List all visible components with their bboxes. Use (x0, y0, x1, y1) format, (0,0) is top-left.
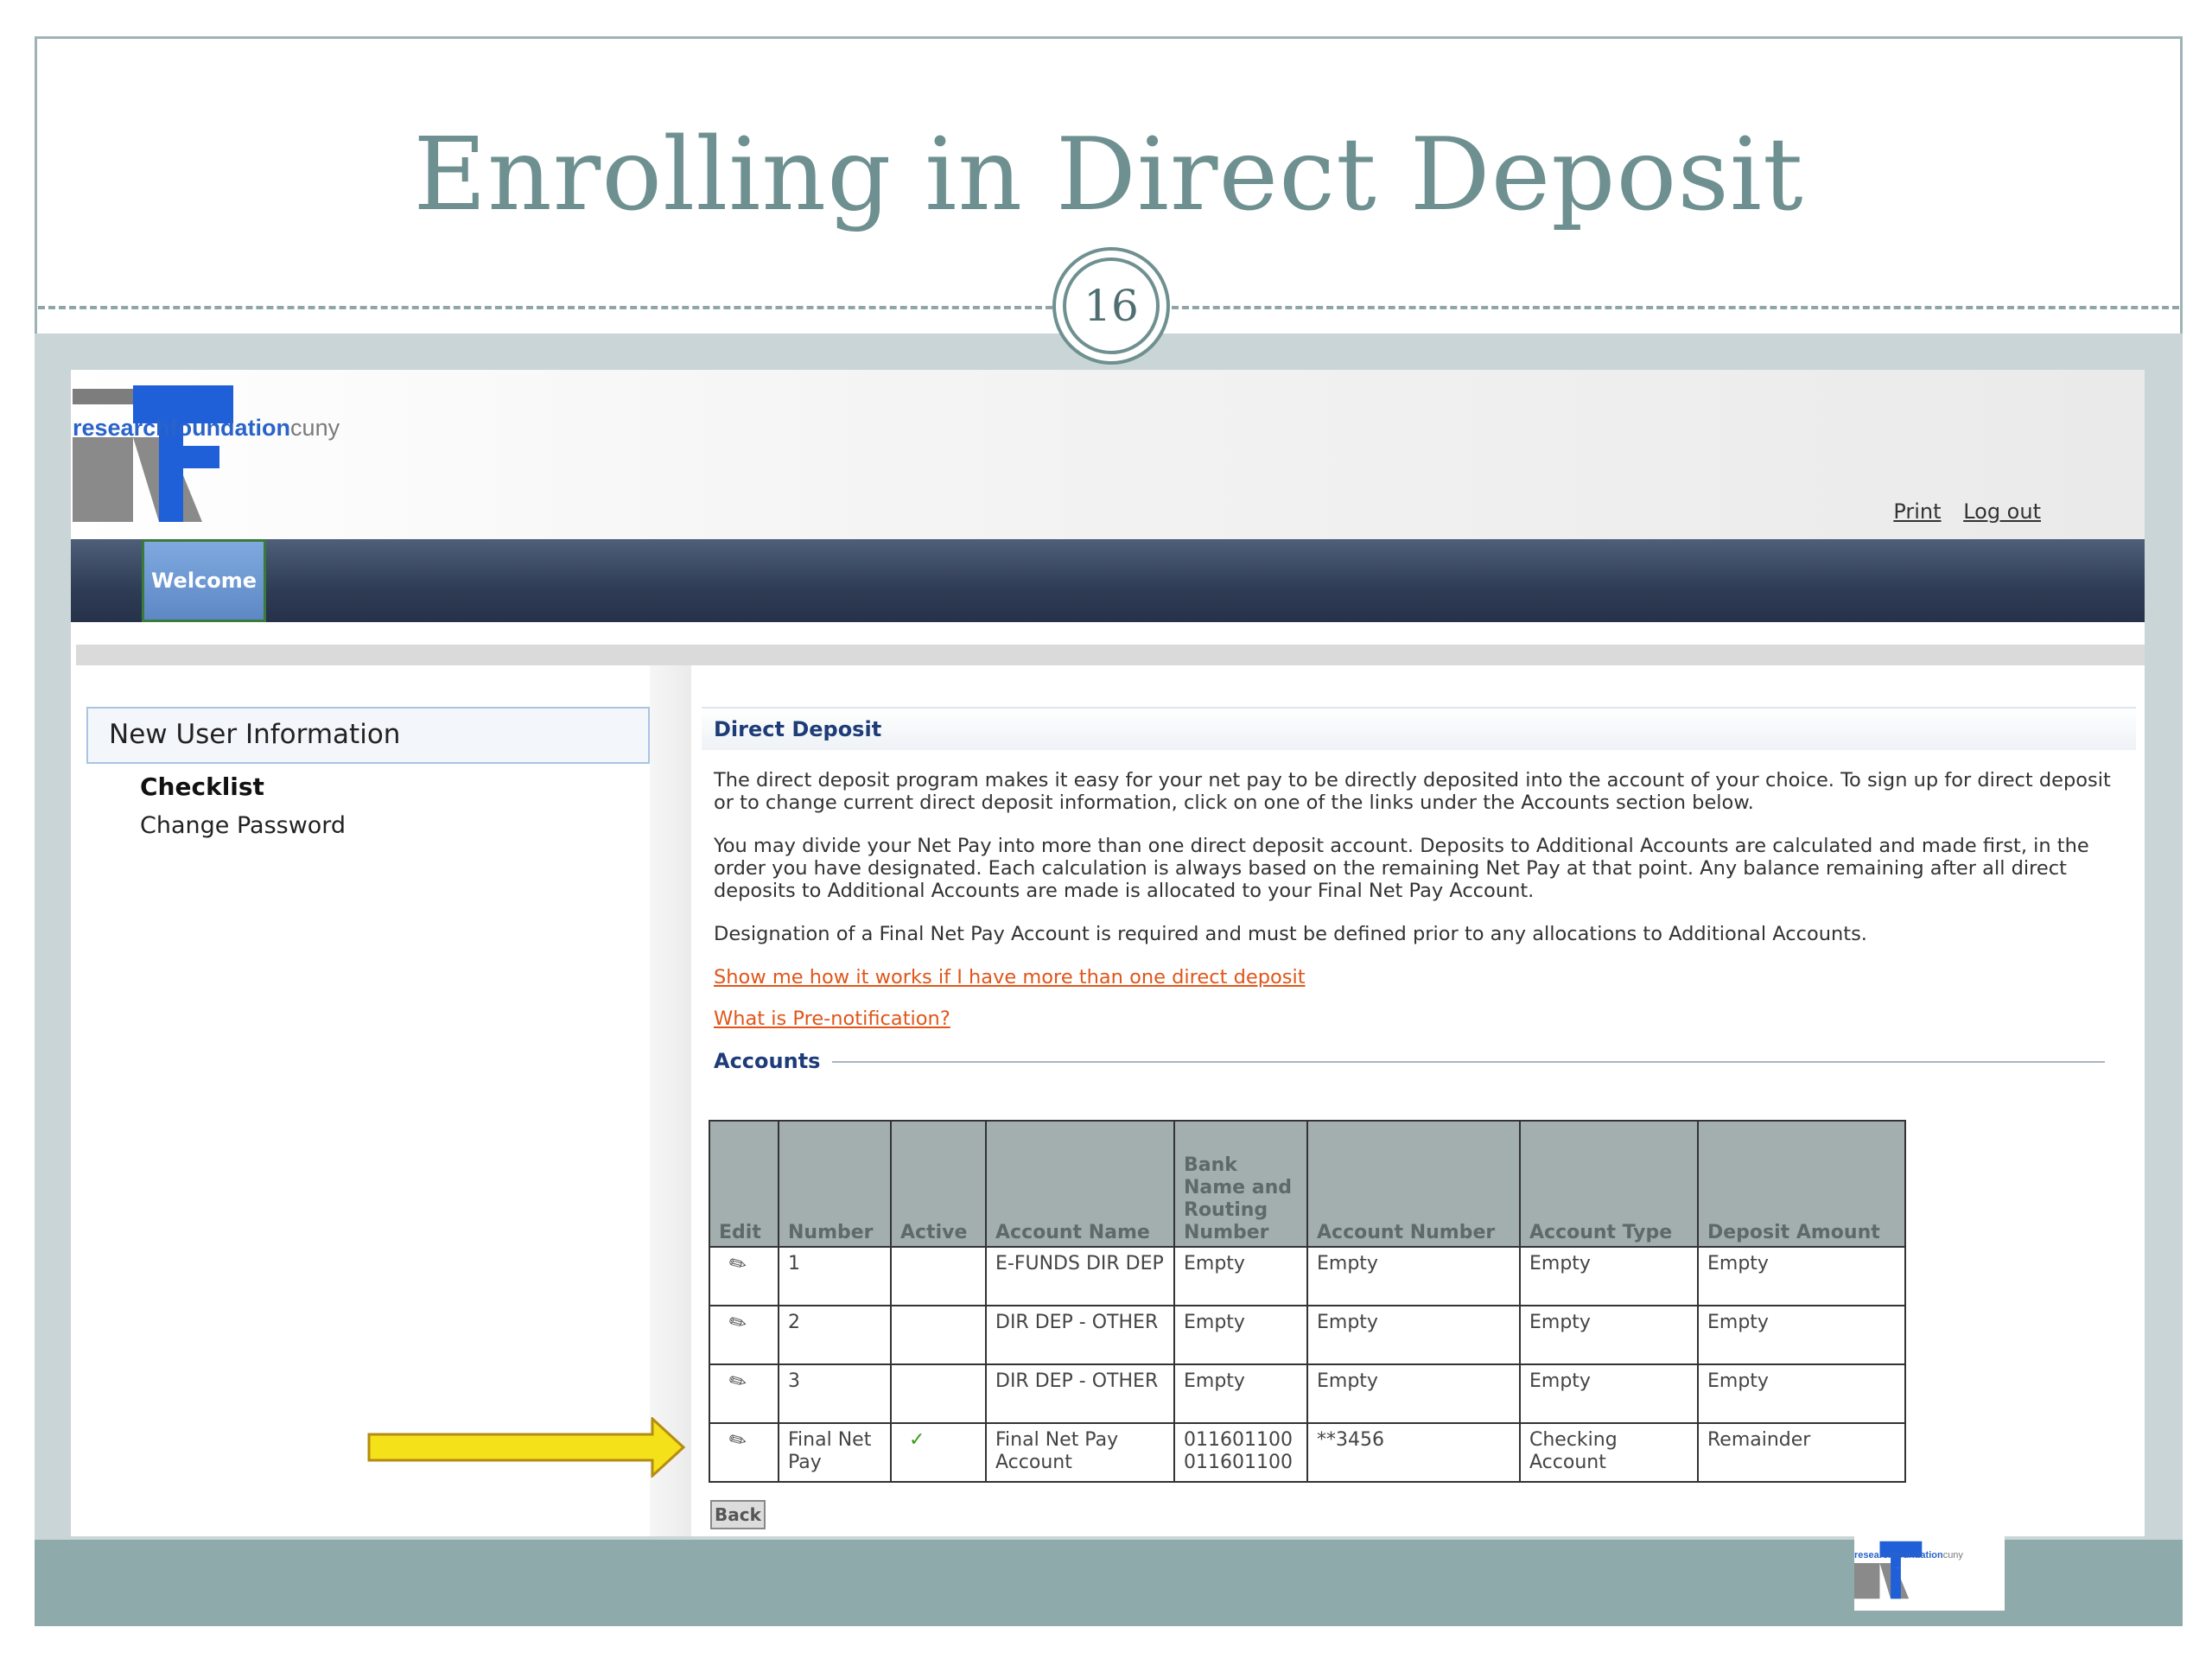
app-header: researchfoundationcuny Print Log out (71, 370, 2145, 539)
account-type-cell: Empty (1519, 1305, 1699, 1365)
sidebar-section-title[interactable]: New User Information (86, 707, 650, 764)
col-bank-routing: Bank Name and Routing Number (1173, 1120, 1308, 1248)
edit-cell[interactable]: ✎ (709, 1246, 779, 1306)
footer-logo (1854, 1529, 2005, 1611)
slide-number-badge: 16 (1052, 247, 1170, 365)
page-title: Direct Deposit (702, 707, 2136, 750)
how-it-works-link[interactable]: Show me how it works if I have more than… (714, 966, 2136, 988)
app-screenshot: researchfoundationcuny Print Log out Wel… (71, 370, 2145, 1536)
number-cell: Final Net Pay (778, 1422, 892, 1483)
account-number-cell: Empty (1306, 1305, 1521, 1365)
footer-brand-light: cuny (1942, 1550, 1963, 1560)
col-deposit-amount: Deposit Amount (1697, 1120, 1906, 1248)
active-cell: ✓ (890, 1422, 987, 1483)
tab-welcome[interactable]: Welcome (142, 539, 266, 622)
rf-small-logo-icon (1854, 1541, 1923, 1599)
table-row: ✎ 3 DIR DEP - OTHER Empty Empty Empty Em… (709, 1363, 1906, 1424)
number-cell: 3 (778, 1363, 892, 1424)
edit-cell[interactable]: ✎ (709, 1363, 779, 1424)
footer-brand-bold: researchfoundation (1854, 1550, 1943, 1560)
intro-paragraph: The direct deposit program makes it easy… (714, 769, 2111, 814)
logout-link[interactable]: Log out (1963, 499, 2041, 524)
checkmark-icon: ✓ (909, 1429, 925, 1451)
accounts-label: Accounts (714, 1049, 833, 1073)
edit-cell[interactable]: ✎ (709, 1422, 779, 1483)
arrow-right-icon (367, 1417, 685, 1478)
accounts-divider (826, 1061, 2105, 1063)
sidebar: New User Information Checklist Change Pa… (86, 707, 650, 839)
deposit-amount-cell: Remainder (1697, 1422, 1906, 1483)
slide-number: 16 (1063, 257, 1160, 354)
table-row: ✎ 1 E-FUNDS DIR DEP Empty Empty Empty Em… (709, 1246, 1906, 1306)
active-cell (890, 1305, 987, 1365)
split-paragraph: You may divide your Net Pay into more th… (714, 835, 2089, 902)
table-row-final: ✎ Final Net Pay ✓ Final Net Pay Account … (709, 1422, 1906, 1483)
table-row: ✎ 2 DIR DEP - OTHER Empty Empty Empty Em… (709, 1305, 1906, 1365)
deposit-amount-cell: Empty (1697, 1363, 1906, 1424)
account-name-cell: DIR DEP - OTHER (985, 1305, 1175, 1365)
col-account-type: Account Type (1519, 1120, 1699, 1248)
account-number-cell: Empty (1306, 1363, 1521, 1424)
deposit-amount-cell: Empty (1697, 1246, 1906, 1306)
account-number-cell: **3456 (1306, 1422, 1521, 1483)
sub-nav-strip (76, 645, 2145, 665)
brand-wordmark: researchfoundationcuny (73, 415, 340, 442)
sidebar-divider (650, 665, 691, 1536)
col-account-number: Account Number (1306, 1120, 1521, 1248)
pencil-icon[interactable]: ✎ (724, 1308, 751, 1338)
slide-title: Enrolling in Direct Deposit (413, 117, 1804, 233)
active-cell (890, 1363, 987, 1424)
accounts-section-header: Accounts (714, 1049, 2136, 1084)
account-type-cell: Empty (1519, 1363, 1699, 1424)
brand-bold: researchfoundation (73, 415, 291, 441)
footer-wordmark: researchfoundationcuny (1854, 1550, 1963, 1560)
col-account-name: Account Name (985, 1120, 1175, 1248)
col-active: Active (890, 1120, 987, 1248)
rf-logo-icon (73, 385, 233, 522)
bank-routing-cell: Empty (1173, 1305, 1308, 1365)
bank-routing-cell: 011601100 011601100 (1173, 1422, 1308, 1483)
divider-left (38, 306, 1052, 309)
accounts-table: Edit Number Active Account Name Bank Nam… (709, 1120, 1906, 1483)
account-name-cell: E-FUNDS DIR DEP (985, 1246, 1175, 1306)
main-content: Direct Deposit The direct deposit progra… (702, 707, 2136, 1084)
col-number: Number (778, 1120, 892, 1248)
edit-cell[interactable]: ✎ (709, 1305, 779, 1365)
designation-paragraph: Designation of a Final Net Pay Account i… (714, 923, 1867, 945)
account-name-cell: Final Net Pay Account (985, 1422, 1175, 1483)
print-link[interactable]: Print (1893, 499, 1941, 524)
number-cell: 1 (778, 1246, 892, 1306)
pre-notification-link[interactable]: What is Pre-notification? (714, 1007, 2136, 1030)
account-type-cell: Checking Account (1519, 1422, 1699, 1483)
pencil-icon[interactable]: ✎ (724, 1249, 751, 1279)
top-nav: Welcome (71, 539, 2145, 622)
brand-light: cuny (290, 415, 340, 441)
col-edit: Edit (709, 1120, 779, 1248)
bank-routing-cell: Empty (1173, 1246, 1308, 1306)
header-links: Print Log out (1878, 499, 2041, 524)
active-cell (890, 1246, 987, 1306)
table-header-row: Edit Number Active Account Name Bank Nam… (709, 1120, 1906, 1248)
pencil-icon[interactable]: ✎ (724, 1367, 751, 1396)
sidebar-item-change-password[interactable]: Change Password (140, 812, 346, 839)
account-name-cell: DIR DEP - OTHER (985, 1363, 1175, 1424)
account-number-cell: Empty (1306, 1246, 1521, 1306)
account-type-cell: Empty (1519, 1246, 1699, 1306)
back-button[interactable]: Back (710, 1500, 766, 1529)
deposit-amount-cell: Empty (1697, 1305, 1906, 1365)
number-cell: 2 (778, 1305, 892, 1365)
sidebar-item-checklist[interactable]: Checklist (140, 772, 264, 801)
pencil-icon[interactable]: ✎ (724, 1426, 751, 1455)
divider-right (1172, 306, 2179, 309)
bank-routing-cell: Empty (1173, 1363, 1308, 1424)
